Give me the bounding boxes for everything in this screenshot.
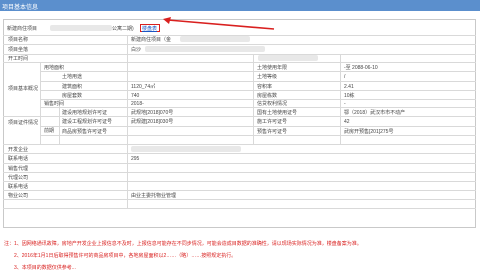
project-location-value: 白沙 (131, 47, 142, 53)
window-title: 项目基本信息 (2, 5, 39, 11)
house-count-value: 740 (131, 93, 140, 99)
pre-label: 前期 (44, 128, 55, 134)
agent-company-label: 代理公司 (8, 175, 29, 181)
group-certificates-label: 项目证件情况 (8, 120, 39, 126)
presale-permit-label: 商品房预售许可证号 (62, 129, 108, 135)
contact-value: 295 (131, 156, 140, 162)
window-titlebar: 项目基本信息 (0, 0, 480, 11)
sales-agent-label: 销售代理 (8, 166, 29, 172)
build-permit-value: 42 (344, 119, 350, 125)
plot-ratio-label: 容积率 (257, 84, 273, 90)
presale-permit-value: 武房开预售[201]275号 (344, 129, 394, 135)
land-use-period-value: -至 2088-06-10 (344, 65, 378, 71)
construction-permit-label: 建设工程规划许可证号 (62, 119, 113, 125)
property-company-label: 物业公司 (8, 193, 29, 199)
redacted-location (145, 46, 265, 52)
annotation-arrow-icon (163, 17, 275, 30)
group-basic-label: 项目基本概况 (8, 86, 39, 92)
developer-label: 开发企业 (8, 147, 29, 153)
project-location-label: 项目坐落 (8, 47, 29, 53)
project-value-suffix: 公寓二期) (112, 26, 134, 32)
note-2: 2、2016年1月1日后取得预售许可的商品房项目中，各地房屋面积以2……（略）…… (14, 253, 237, 259)
sales-time-value: 2018- (131, 101, 144, 107)
finance-label: 信贷权利情况 (257, 101, 288, 107)
property-company-value: 由业主委托物业管理 (131, 193, 177, 199)
land-cert-value: 鄂（2018）武汉市市不动产 (344, 110, 406, 116)
redacted-open-time (258, 55, 318, 61)
land-use-period-label: 土地使用年限 (257, 65, 288, 71)
land-cert-label: 国有土地使用证号 (257, 110, 298, 116)
note-1: 注：1、因网络通讯故障，房地产开发企业上报信息不及时，上报信息可能存在不同步情况… (4, 241, 362, 247)
redacted-project-name (50, 25, 112, 31)
redacted-project-name-full (180, 36, 250, 42)
building-count-label: 房屋栋数 (257, 93, 278, 99)
planning-permit-label: 建设用地规划许可证 (62, 110, 108, 116)
construction-permit-value: 武规建[2018]030号 (131, 119, 174, 125)
land-grade-label: 土地等级 (257, 74, 278, 80)
land-grade-value: / (344, 74, 346, 80)
presale-permit-right-label: 预售许可证号 (257, 129, 288, 135)
open-time-label: 开工时间 (8, 56, 29, 62)
building-count-value: 10栋 (344, 93, 355, 99)
agent-phone-label: 联系电话 (8, 184, 29, 190)
house-count-label: 房屋套数 (62, 93, 83, 99)
build-permit-label: 施工许可证号 (257, 119, 288, 125)
land-area-label: 用地面积 (44, 65, 65, 71)
note-3: 3、本项目的数据仅供参考... (14, 265, 76, 271)
contact-label: 联系电话 (8, 156, 29, 162)
building-area-label: 建筑面积 (62, 84, 83, 90)
planning-permit-value: 武规地[2018]070号 (131, 110, 174, 116)
building-table-link[interactable]: 楼盘表 (142, 25, 157, 32)
sales-time-label: 销售时间 (44, 101, 65, 107)
plot-ratio-value: 2.41 (344, 84, 354, 90)
finance-value: - (344, 101, 346, 107)
land-use-label: 土地用途 (62, 74, 83, 80)
project-name-label: 项目名称 (8, 37, 29, 43)
project-name-value: 新建商住项目（金 (131, 37, 172, 43)
redacted-developer (131, 146, 241, 152)
building-area-value: 1120_74㎡ (131, 84, 156, 90)
project-label: 新建商住项目 (7, 26, 38, 32)
